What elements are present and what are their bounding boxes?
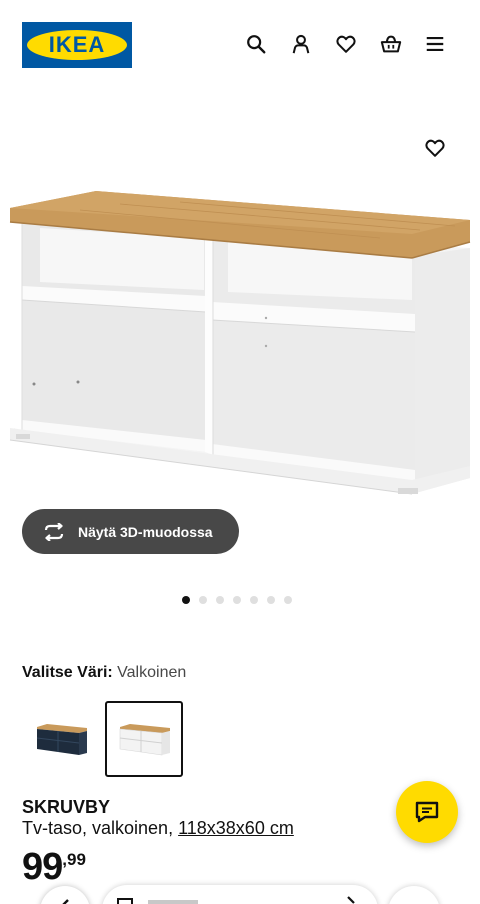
heart-icon[interactable] [333, 31, 359, 57]
menu-icon[interactable] [422, 31, 448, 57]
ikea-logo[interactable]: IKEA [22, 22, 132, 68]
product-name: SKRUVBY [22, 797, 111, 817]
view-3d-button[interactable]: Näytä 3D-muodossa [22, 509, 239, 554]
color-swatch-white[interactable] [105, 701, 183, 777]
product-measurements-link[interactable]: 118x38x60 cm [178, 818, 294, 838]
product-description: Tv-taso, valkoinen, 118x38x60 cm [22, 818, 294, 839]
add-to-cart-bar[interactable] [102, 885, 378, 904]
chat-icon [415, 801, 439, 823]
dark-blue-bench-thumbnail [36, 724, 87, 755]
product-page: IKEA Näytä 3D-muodossa Valitse Väri: Val… [0, 0, 480, 904]
color-label-value: Valkoinen [117, 664, 187, 681]
carousel-dot[interactable] [267, 596, 275, 604]
logo-text: IKEA [48, 32, 106, 57]
favorite-button[interactable] [420, 134, 450, 162]
heart-icon [425, 139, 445, 157]
search-icon[interactable] [243, 31, 269, 57]
basket-icon[interactable] [378, 31, 404, 57]
white-bench-thumbnail [119, 724, 170, 756]
carousel-dot[interactable] [233, 596, 241, 604]
carousel-dot[interactable] [182, 596, 190, 604]
extra-action-button[interactable] [388, 886, 440, 904]
chevron-left-icon [62, 899, 69, 904]
color-swatch-dark-blue[interactable] [22, 701, 100, 777]
carousel-dot[interactable] [284, 596, 292, 604]
bottom-sticky-bar [0, 880, 480, 904]
rotate-3d-icon [44, 522, 64, 541]
carousel-dot[interactable] [216, 596, 224, 604]
bar-contents [117, 896, 355, 904]
carousel-dot[interactable] [250, 596, 258, 604]
top-header: IKEA [0, 0, 480, 90]
product-type: Tv-taso, valkoinen, [22, 818, 174, 838]
back-button[interactable] [40, 886, 90, 904]
color-label-key: Valitse Väri: [22, 664, 113, 681]
chat-button[interactable] [396, 781, 458, 843]
color-selector-label: Valitse Väri: Valkoinen [22, 664, 186, 682]
view-3d-label: Näytä 3D-muodossa [78, 523, 213, 540]
price-decimal: ,99 [62, 850, 86, 869]
user-icon[interactable] [288, 31, 314, 57]
carousel-dot[interactable] [199, 596, 207, 604]
logo-oval: IKEA [27, 30, 127, 60]
carousel-dots [182, 596, 292, 604]
